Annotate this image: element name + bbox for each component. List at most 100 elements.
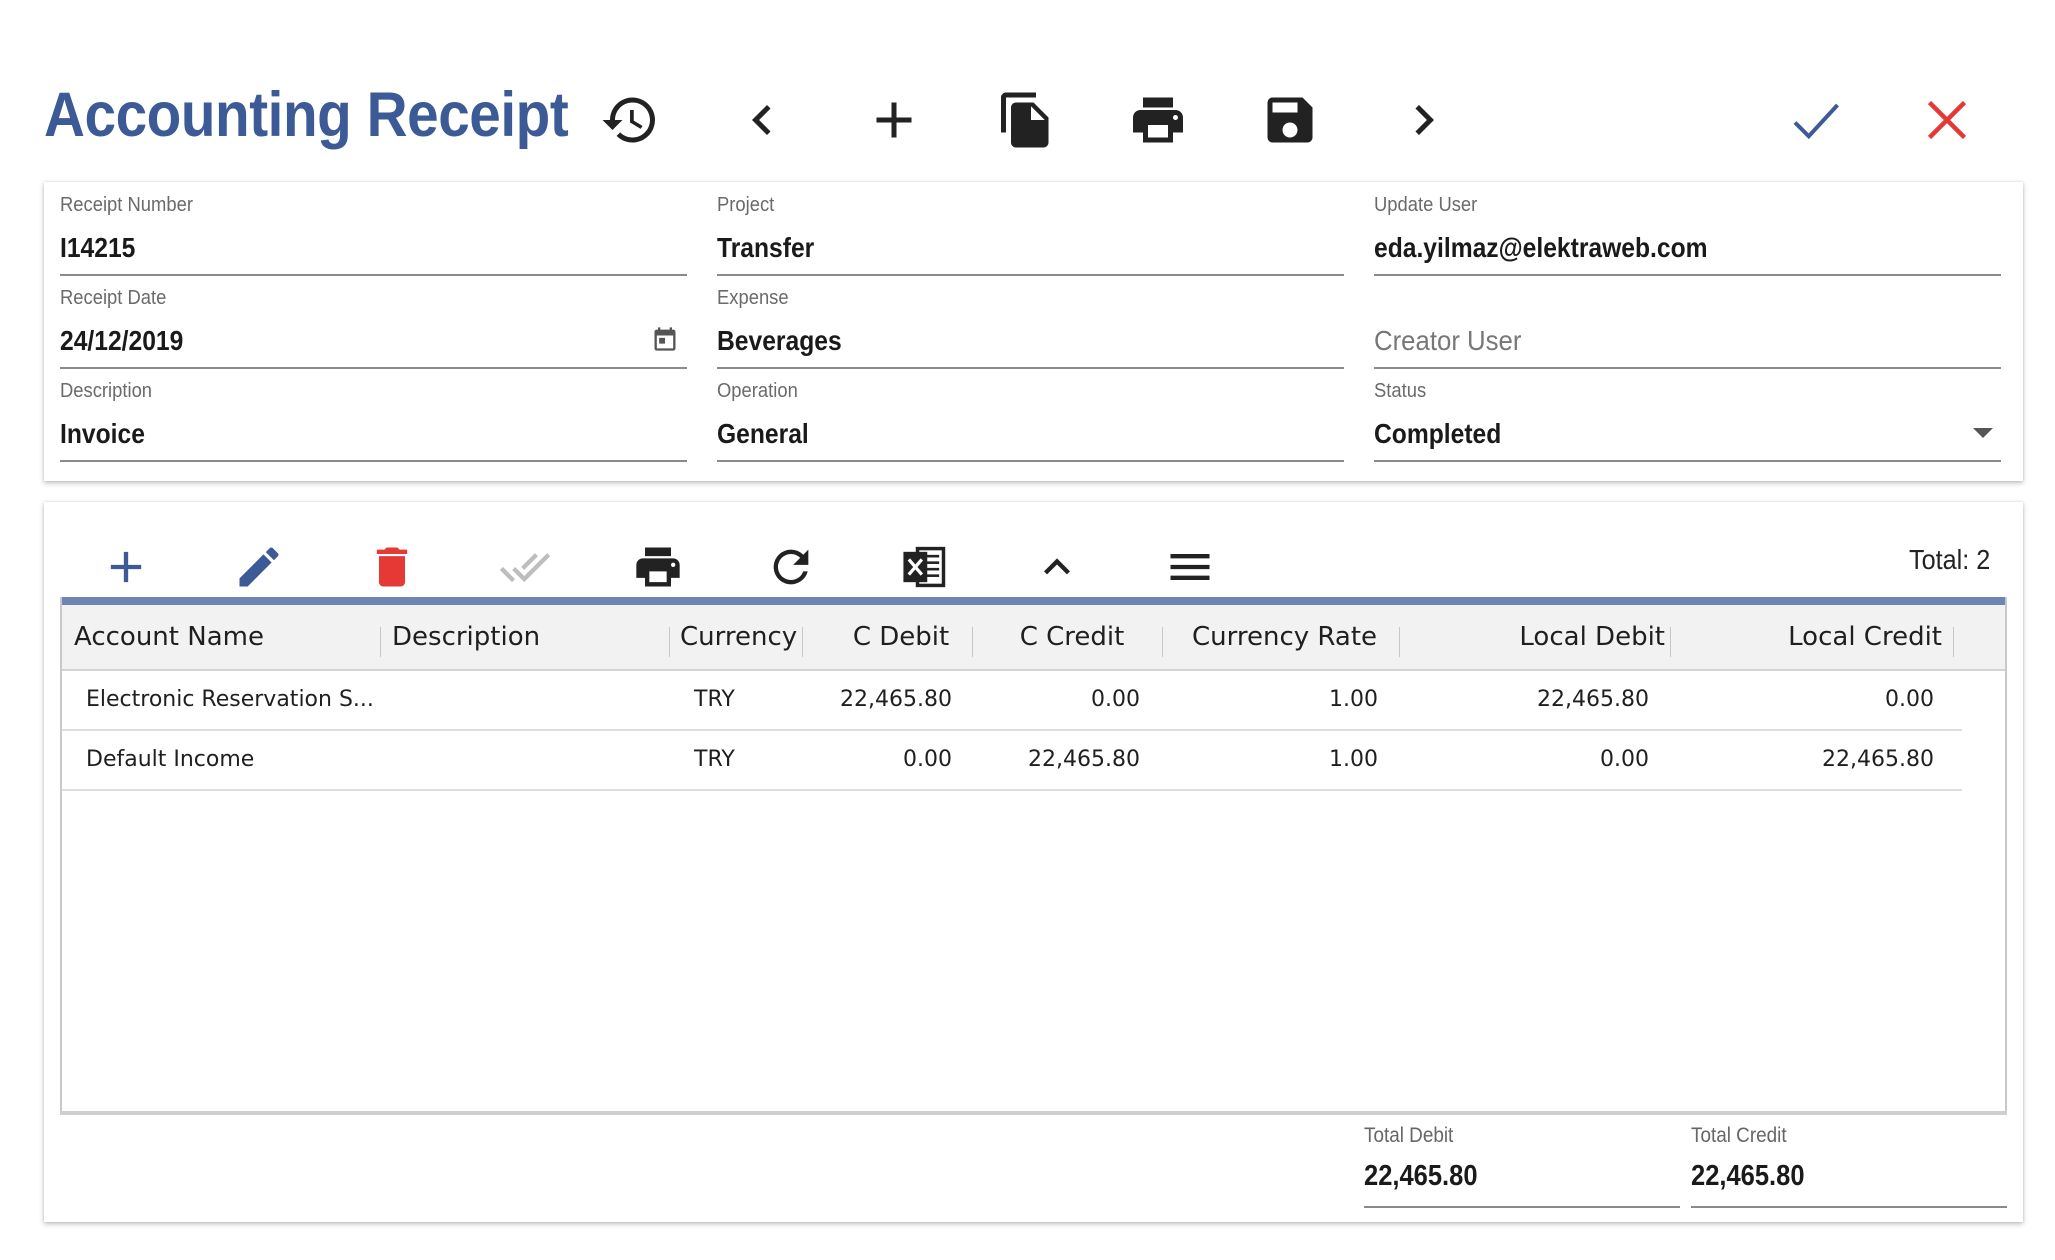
- cancel-button[interactable]: [1907, 80, 1987, 160]
- new-button[interactable]: [854, 80, 934, 160]
- receipt-number-value[interactable]: I14215: [60, 232, 135, 264]
- print-grid-button[interactable]: [623, 532, 693, 602]
- expense-field[interactable]: Expense Beverages: [717, 275, 1344, 369]
- chevron-up-icon: [1044, 558, 1070, 575]
- table-top-bar: [62, 597, 2005, 605]
- page-title: Accounting Receipt: [44, 80, 569, 150]
- cell-currency-rate: 1.00: [1329, 747, 1378, 772]
- total-debit-value: 22,465.80: [1364, 1160, 1478, 1192]
- previous-button[interactable]: [722, 80, 802, 160]
- column-divider[interactable]: [1162, 627, 1163, 657]
- lines-table: Account Name Description Currency C Debi…: [60, 597, 2007, 1113]
- operation-field[interactable]: Operation General: [717, 368, 1344, 462]
- status-value[interactable]: Completed: [1374, 418, 1501, 450]
- description-label: Description: [60, 380, 153, 402]
- receipt-date-field[interactable]: Receipt Date 24/12/2019: [60, 275, 687, 369]
- project-field[interactable]: Project Transfer: [717, 182, 1344, 276]
- add-row-button[interactable]: [91, 532, 161, 602]
- column-divider[interactable]: [1399, 627, 1400, 657]
- confirm-button[interactable]: [1775, 80, 1855, 160]
- column-divider[interactable]: [1953, 627, 1954, 657]
- project-label: Project: [717, 194, 775, 216]
- cell-c-credit: 0.00: [1091, 687, 1140, 712]
- column-header-c-debit[interactable]: C Debit: [824, 605, 978, 669]
- edit-row-button[interactable]: [224, 532, 294, 602]
- column-divider[interactable]: [972, 627, 973, 657]
- expense-value[interactable]: Beverages: [717, 325, 842, 357]
- cell-c-debit: 0.00: [903, 747, 952, 772]
- field-underline: [717, 460, 1344, 462]
- calendar-icon[interactable]: [651, 325, 679, 353]
- cell-c-credit: 22,465.80: [1028, 747, 1140, 772]
- total-credit-field: Total Credit 22,465.80: [1691, 1116, 2007, 1208]
- column-divider[interactable]: [380, 627, 381, 657]
- expense-label: Expense: [717, 287, 789, 309]
- header: Accounting Receipt: [0, 0, 2055, 170]
- column-menu-button[interactable]: [1155, 532, 1225, 602]
- plus-icon: [876, 102, 912, 138]
- copy-button[interactable]: [986, 80, 1066, 160]
- print-icon: [636, 547, 680, 587]
- refresh-icon: [773, 549, 809, 585]
- column-header-currency[interactable]: Currency: [680, 605, 797, 669]
- column-divider[interactable]: [669, 627, 670, 657]
- column-header-local-credit[interactable]: Local Credit: [1680, 605, 1942, 669]
- delete-icon: [376, 547, 408, 587]
- delete-row-button[interactable]: [357, 532, 427, 602]
- table-bottom-border: [60, 1111, 2007, 1115]
- cell-currency: TRY: [694, 687, 735, 712]
- receipt-form: Receipt Number I14215 Project Transfer U…: [44, 182, 2023, 481]
- operation-value[interactable]: General: [717, 418, 809, 450]
- creator-user-field[interactable]: Creator User: [1374, 275, 2001, 369]
- total-debit-label: Total Debit: [1364, 1124, 1454, 1147]
- cell-currency: TRY: [694, 747, 735, 772]
- receipt-date-value[interactable]: 24/12/2019: [60, 325, 183, 357]
- save-button[interactable]: [1250, 80, 1330, 160]
- close-icon: [1927, 100, 1967, 140]
- receipt-number-field[interactable]: Receipt Number I14215: [60, 182, 687, 276]
- column-header-account-name[interactable]: Account Name: [74, 605, 264, 669]
- print-button[interactable]: [1118, 80, 1198, 160]
- menu-icon: [1170, 554, 1210, 580]
- status-select[interactable]: Status Completed: [1374, 368, 2001, 462]
- cell-local-debit: 0.00: [1600, 747, 1649, 772]
- project-value[interactable]: Transfer: [717, 232, 814, 264]
- table-row[interactable]: Electronic Reservation S... TRY 22,465.8…: [62, 671, 1962, 731]
- column-header-c-credit[interactable]: C Credit: [992, 605, 1152, 669]
- cell-local-credit: 22,465.80: [1822, 747, 1934, 772]
- creator-user-placeholder[interactable]: Creator User: [1374, 325, 1521, 357]
- table-header: Account Name Description Currency C Debi…: [62, 605, 2005, 671]
- print-icon: [1133, 97, 1183, 143]
- column-divider[interactable]: [1670, 627, 1671, 657]
- column-divider[interactable]: [802, 627, 803, 657]
- excel-icon: [903, 546, 946, 588]
- receipt-date-label: Receipt Date: [60, 287, 167, 309]
- column-header-currency-rate[interactable]: Currency Rate: [1172, 605, 1397, 669]
- history-button[interactable]: [590, 80, 670, 160]
- next-button[interactable]: [1384, 80, 1464, 160]
- save-icon: [1267, 97, 1313, 143]
- total-debit-field: Total Debit 22,465.80: [1364, 1116, 1680, 1208]
- table-row[interactable]: Default Income TRY 0.00 22,465.80 1.00 0…: [62, 731, 1962, 791]
- update-user-value[interactable]: eda.yilmaz@elektraweb.com: [1374, 232, 1708, 264]
- approve-button[interactable]: [490, 532, 560, 602]
- double-check-icon: [499, 553, 551, 583]
- export-excel-button[interactable]: [889, 532, 959, 602]
- cell-local-debit: 22,465.80: [1537, 687, 1649, 712]
- add-icon: [110, 551, 142, 583]
- column-header-description[interactable]: Description: [392, 605, 540, 669]
- record-count: Total: 2: [1908, 544, 1990, 575]
- receipt-number-label: Receipt Number: [60, 194, 193, 216]
- refresh-button[interactable]: [756, 532, 826, 602]
- column-header-local-debit[interactable]: Local Debit: [1419, 605, 1665, 669]
- collapse-button[interactable]: [1022, 532, 1092, 602]
- dropdown-arrow-icon[interactable]: [1973, 428, 1993, 438]
- cell-local-credit: 0.00: [1885, 687, 1934, 712]
- description-field[interactable]: Description Invoice: [60, 368, 687, 462]
- update-user-field[interactable]: Update User eda.yilmaz@elektraweb.com: [1374, 182, 2001, 276]
- check-icon: [1793, 103, 1839, 140]
- chevron-right-icon: [1415, 105, 1434, 135]
- description-value[interactable]: Invoice: [60, 418, 145, 450]
- cell-c-debit: 22,465.80: [840, 687, 952, 712]
- field-underline: [1691, 1206, 2007, 1208]
